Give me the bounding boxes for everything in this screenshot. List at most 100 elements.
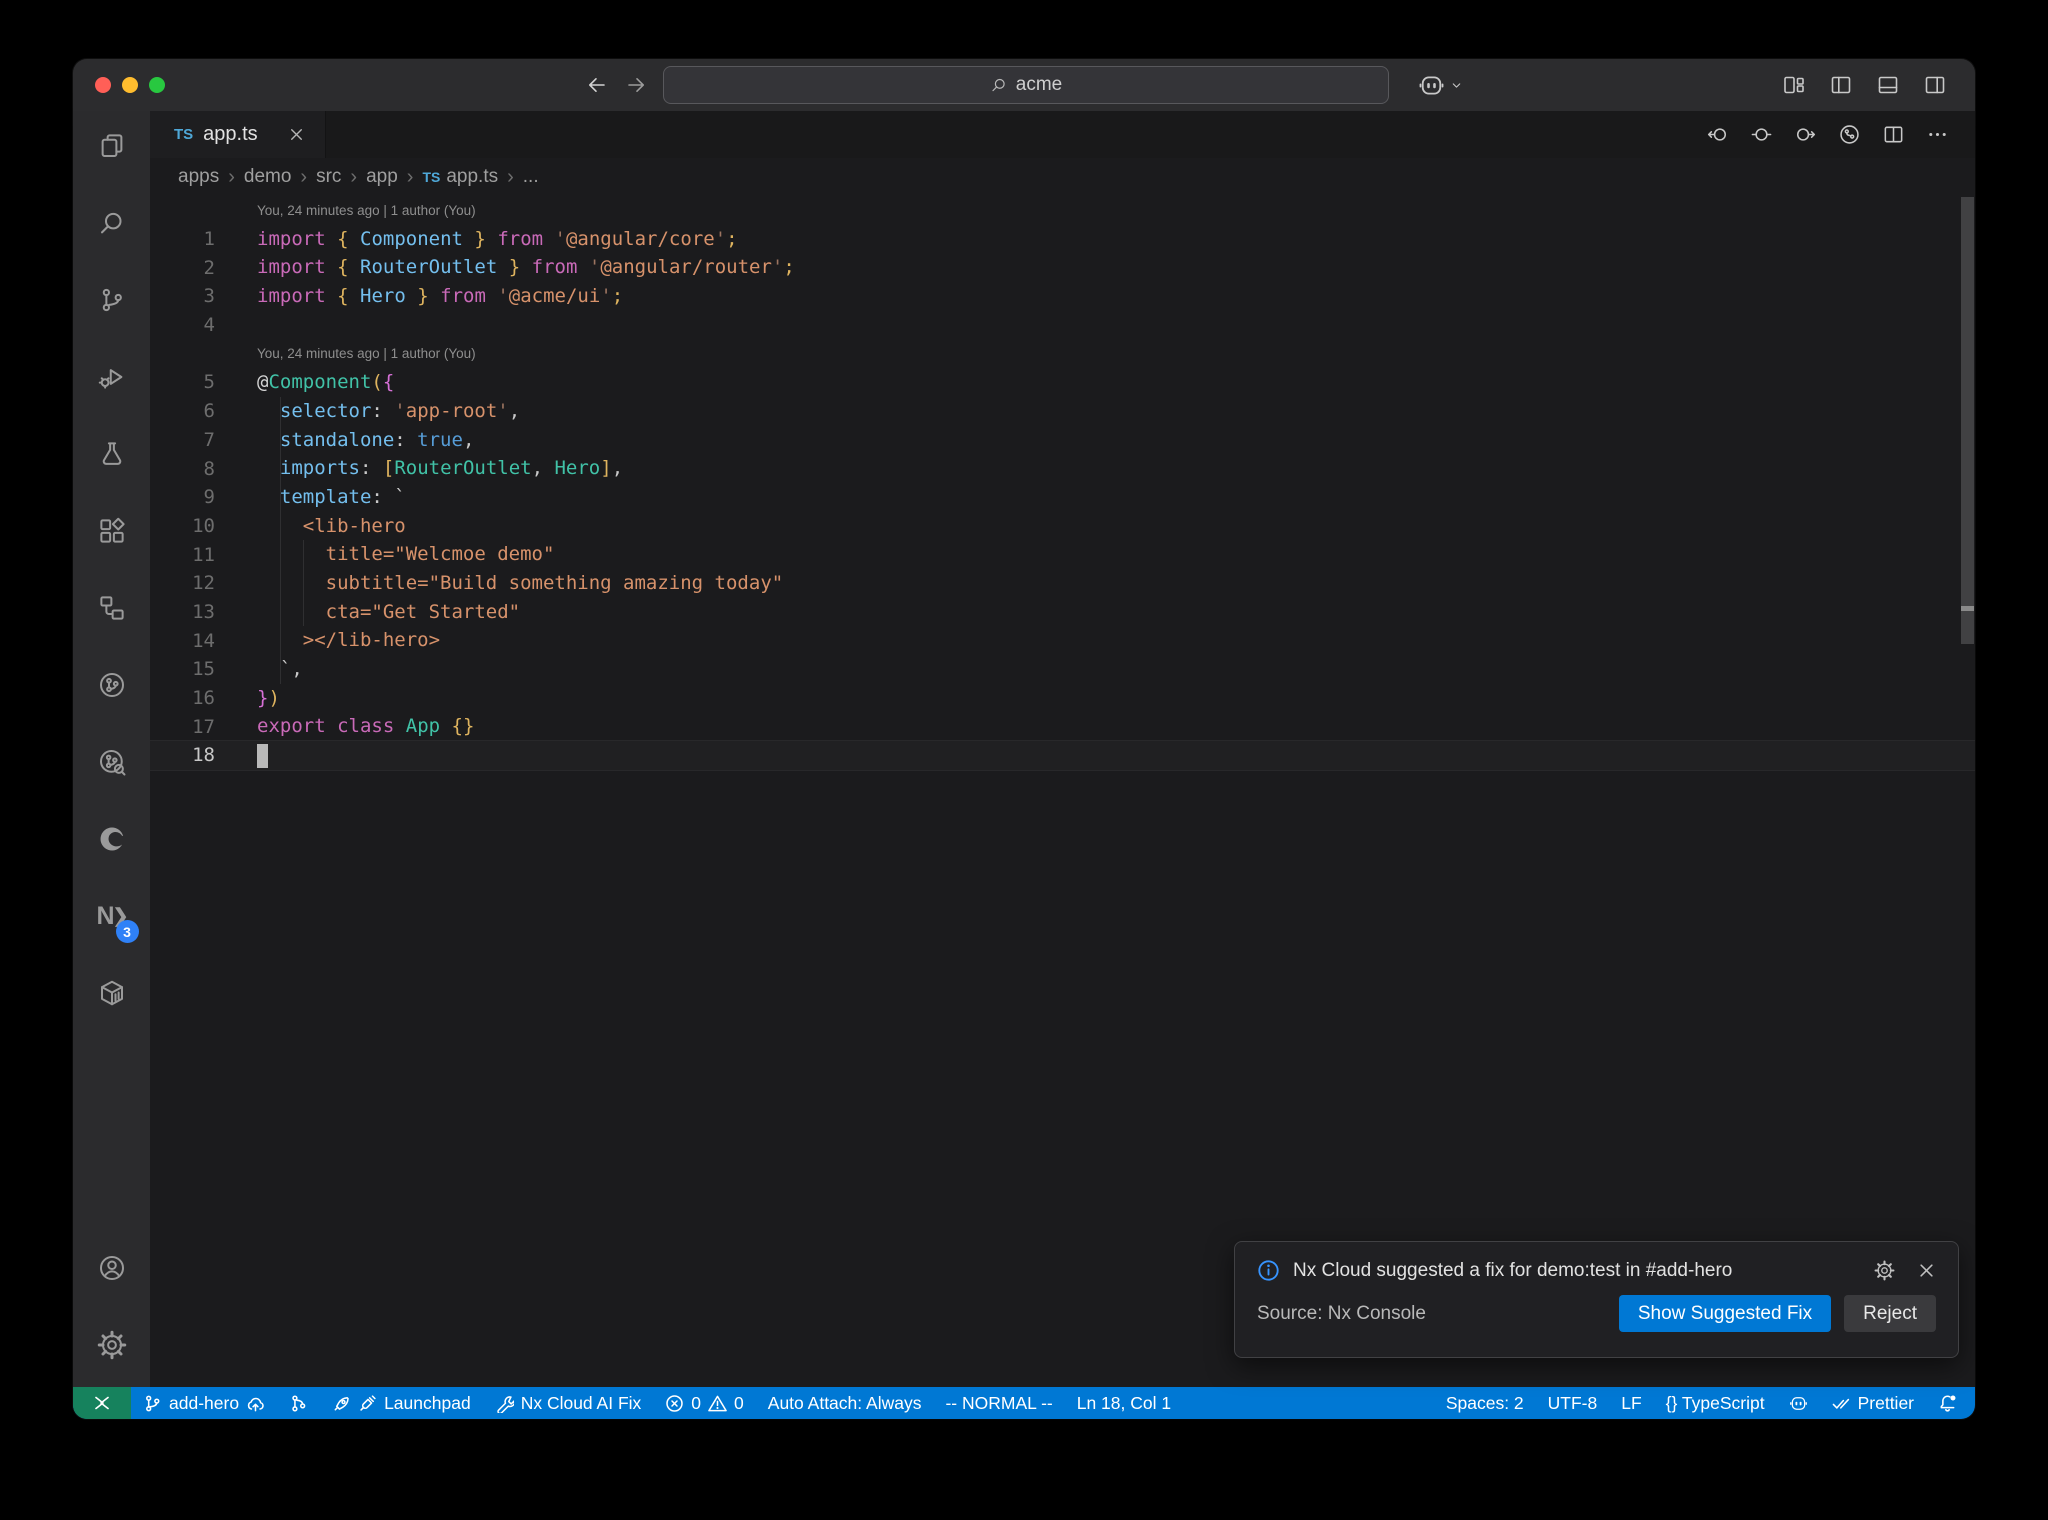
gutter-line-number[interactable]: 4 <box>150 314 257 336</box>
status-item-git-branch-status[interactable]: add-hero <box>131 1387 277 1419</box>
breadcrumb-item-apps[interactable]: apps <box>178 166 219 188</box>
status-item-auto-attach[interactable]: Auto Attach: Always <box>756 1387 934 1419</box>
gutter-line-number[interactable]: 11 <box>150 544 257 566</box>
gutter-line-number[interactable]: 17 <box>150 716 257 738</box>
run-debug-icon <box>97 362 127 392</box>
activity-item-account[interactable] <box>77 1233 147 1303</box>
activity-item-files[interactable] <box>77 111 147 181</box>
activity-item-nx-console[interactable]: N❯ 3 <box>77 881 147 951</box>
status-item-vim-mode[interactable]: -- NORMAL -- <box>933 1387 1064 1419</box>
split-editor-icon[interactable] <box>1882 123 1905 146</box>
gutter-line-number[interactable]: 5 <box>150 371 257 393</box>
layout-sidebar-left-icon[interactable] <box>1829 73 1853 97</box>
activity-item-testing[interactable] <box>77 419 147 489</box>
status-item-encoding[interactable]: UTF-8 <box>1536 1387 1610 1419</box>
history-forward-button[interactable] <box>624 73 648 97</box>
activity-item-container[interactable] <box>77 958 147 1028</box>
code-line-5[interactable]: 5 @Component({ <box>150 368 1975 397</box>
notification-close-icon[interactable] <box>1917 1261 1936 1280</box>
status-item-copilot-status[interactable] <box>1777 1387 1820 1419</box>
gutter-line-number[interactable]: 10 <box>150 515 257 537</box>
copilot-menu-button[interactable] <box>1418 72 1463 99</box>
code-line-2[interactable]: 2 import { RouterOutlet } from '@angular/… <box>150 253 1975 282</box>
gutter-line-number[interactable]: 1 <box>150 228 257 250</box>
gutter-line-number[interactable]: 2 <box>150 257 257 279</box>
code-line-1[interactable]: 1 import { Component } from '@angular/cor… <box>150 225 1975 254</box>
gitlens-next-change-icon[interactable] <box>1794 123 1817 146</box>
tab-app-ts[interactable]: TS app.ts <box>150 111 326 158</box>
code-line-18[interactable]: 18 <box>150 741 1975 770</box>
code-line-6[interactable]: 6 selector: 'app-root', <box>150 397 1975 426</box>
gutter-line-number[interactable]: 12 <box>150 572 257 594</box>
gutter-line-number[interactable]: 15 <box>150 658 257 680</box>
code-editor[interactable]: You, 24 minutes ago | 1 author (You) 1 imp… <box>150 196 1975 1387</box>
code-line-8[interactable]: 8 imports: [RouterOutlet, Hero], <box>150 454 1975 483</box>
activity-item-extensions[interactable] <box>77 496 147 566</box>
gutter-line-number[interactable]: 18 <box>150 744 257 766</box>
activity-item-search[interactable] <box>77 188 147 258</box>
remote-indicator[interactable] <box>73 1387 131 1419</box>
breadcrumb-item-src[interactable]: src <box>316 166 341 188</box>
code-line-15[interactable]: 15 `, <box>150 655 1975 684</box>
activity-item-settings-gear[interactable] <box>77 1310 147 1380</box>
activity-item-edge[interactable] <box>77 804 147 874</box>
layout-panel-icon[interactable] <box>1876 73 1900 97</box>
status-item-gitlens-commit-graph[interactable] <box>277 1387 320 1419</box>
history-back-button[interactable] <box>585 73 609 97</box>
status-item-notifications-bell[interactable] <box>1926 1387 1969 1419</box>
code-line-4[interactable]: 4 <box>150 311 1975 340</box>
breadcrumb-item-[interactable]: ... <box>523 166 539 188</box>
gitlens-graph-icon[interactable] <box>1838 123 1861 146</box>
code-line-14[interactable]: 14 ></lib-hero> <box>150 626 1975 655</box>
code-line-10[interactable]: 10 <lib-hero <box>150 512 1975 541</box>
gitlens-changes-icon[interactable] <box>1750 123 1773 146</box>
editor-scrollbar-thumb[interactable] <box>1961 197 1974 644</box>
status-item-problems[interactable]: 00 <box>653 1387 755 1419</box>
activity-item-hierarchy[interactable] <box>77 573 147 643</box>
tab-close-icon[interactable] <box>288 126 305 143</box>
gutter-line-number[interactable]: 7 <box>150 429 257 451</box>
command-center-search[interactable]: acme <box>663 66 1389 104</box>
code-line-12[interactable]: 12 subtitle="Build something amazing tod… <box>150 569 1975 598</box>
gutter-line-number[interactable]: 13 <box>150 601 257 623</box>
code-line-17[interactable]: 17 export class App {} <box>150 712 1975 741</box>
layout-customize-icon[interactable] <box>1782 73 1806 97</box>
codelens-blame-text[interactable]: You, 24 minutes ago | 1 author (You) <box>257 346 476 361</box>
code-line-9[interactable]: 9 template: ` <box>150 483 1975 512</box>
code-line-11[interactable]: 11 title="Welcmoe demo" <box>150 540 1975 569</box>
gutter-line-number[interactable]: 6 <box>150 400 257 422</box>
activity-item-source-control[interactable] <box>77 265 147 335</box>
activity-item-gitlens-inspect[interactable] <box>77 727 147 797</box>
minimize-button[interactable] <box>122 77 138 93</box>
codelens-blame-text[interactable]: You, 24 minutes ago | 1 author (You) <box>257 203 476 218</box>
gutter-line-number[interactable]: 16 <box>150 687 257 709</box>
activity-item-gitlens[interactable] <box>77 650 147 720</box>
gutter-line-number[interactable]: 14 <box>150 630 257 652</box>
status-item-cursor-position[interactable]: Ln 18, Col 1 <box>1065 1387 1183 1419</box>
close-button[interactable] <box>95 77 111 93</box>
zoom-button[interactable] <box>149 77 165 93</box>
more-actions-icon[interactable] <box>1926 123 1949 146</box>
activity-item-run-debug[interactable] <box>77 342 147 412</box>
gitlens-prev-change-icon[interactable] <box>1706 123 1729 146</box>
layout-sidebar-right-icon[interactable] <box>1923 73 1947 97</box>
status-item-nx-cloud-ai-fix[interactable]: Nx Cloud AI Fix <box>483 1387 654 1419</box>
code-line-3[interactable]: 3 import { Hero } from '@acme/ui'; <box>150 282 1975 311</box>
show-suggested-fix-button[interactable]: Show Suggested Fix <box>1618 1295 1832 1332</box>
status-item-gitlens-launchpad[interactable]: Launchpad <box>320 1387 483 1419</box>
status-item-indentation[interactable]: Spaces: 2 <box>1434 1387 1536 1419</box>
status-item-prettier[interactable]: Prettier <box>1820 1387 1926 1419</box>
breadcrumb-item-demo[interactable]: demo <box>244 166 292 188</box>
gutter-line-number[interactable]: 9 <box>150 486 257 508</box>
breadcrumb-item-appts[interactable]: TS app.ts <box>422 166 498 188</box>
status-item-language-mode[interactable]: {} TypeScript <box>1654 1387 1777 1419</box>
code-line-7[interactable]: 7 standalone: true, <box>150 426 1975 455</box>
reject-button[interactable]: Reject <box>1844 1295 1936 1332</box>
code-line-13[interactable]: 13 cta="Get Started" <box>150 598 1975 627</box>
notification-settings-gear-icon[interactable] <box>1874 1260 1895 1281</box>
breadcrumb-item-app[interactable]: app <box>366 166 398 188</box>
gutter-line-number[interactable]: 3 <box>150 285 257 307</box>
status-item-eol[interactable]: LF <box>1609 1387 1653 1419</box>
code-line-16[interactable]: 16}) <box>150 684 1975 713</box>
gutter-line-number[interactable]: 8 <box>150 458 257 480</box>
